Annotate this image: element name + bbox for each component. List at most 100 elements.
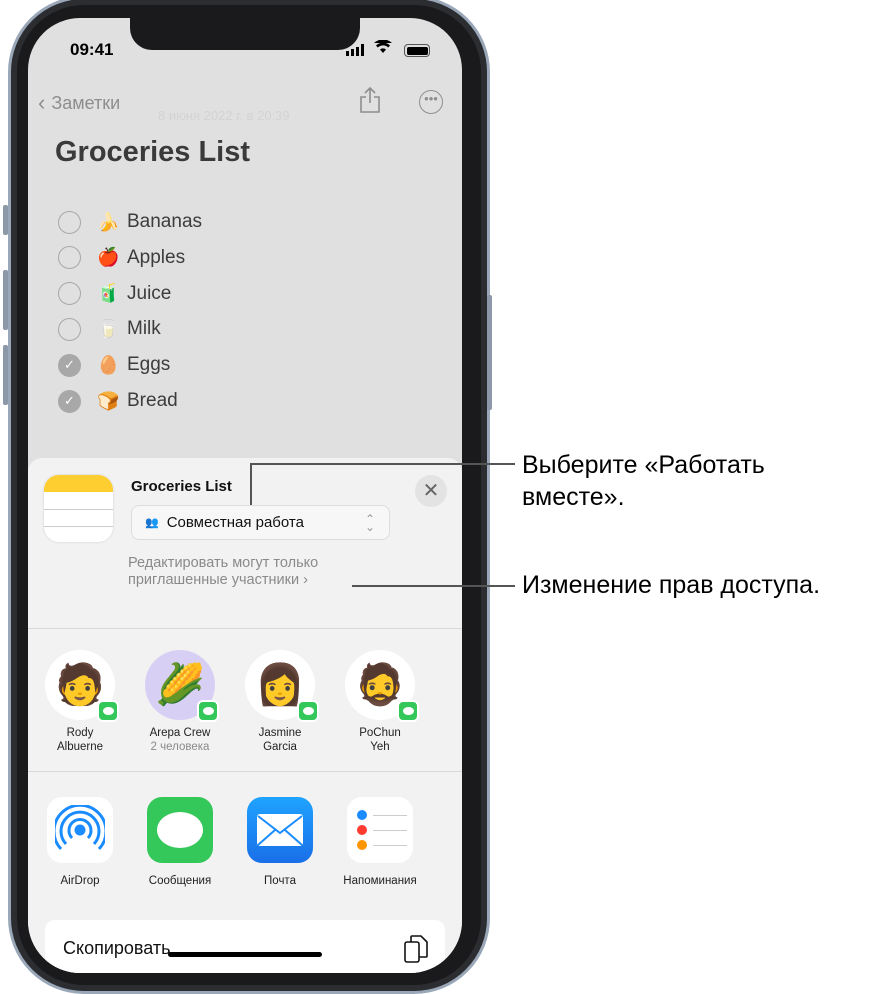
copy-button[interactable]: Скопировать xyxy=(45,920,445,973)
chevron-right-icon: › xyxy=(303,572,308,588)
copy-icon xyxy=(403,934,429,969)
chevron-left-icon: ‹ xyxy=(38,90,46,115)
reminders-icon xyxy=(347,797,413,863)
avatar-image: 🧔 xyxy=(355,663,405,707)
collaboration-mode-select[interactable]: 👥 Совместная работа ⌃ ⌄ xyxy=(131,505,390,540)
divider xyxy=(28,771,462,772)
app-label: AirDrop xyxy=(60,875,100,887)
contact-subtitle: Garcia xyxy=(263,741,297,753)
avatar: 🧑 xyxy=(45,650,119,722)
mode-label: Совместная работа xyxy=(166,514,304,531)
apps-row: AirDrop Сообщения Почта Напоминания xyxy=(30,797,430,887)
item-label: Eggs xyxy=(127,354,171,376)
item-emoji: 🥚 xyxy=(97,354,120,375)
contact-name: Jasmine xyxy=(258,727,302,739)
people-icon: 👥 xyxy=(145,517,159,529)
avatar: 🧔 xyxy=(345,650,419,722)
divider xyxy=(28,628,462,629)
contact-name: PoChun xyxy=(359,727,401,739)
item-emoji: 🥛 xyxy=(97,318,120,339)
contact-subtitle: 2 человека xyxy=(150,741,210,753)
contact-subtitle: Yeh xyxy=(370,741,390,753)
contact-name: Arepa Crew xyxy=(149,727,211,739)
checklist-item: 🧃 Juice xyxy=(58,279,171,309)
chevron-up-down-icon: ⌃ ⌄ xyxy=(364,511,375,534)
item-label: Juice xyxy=(127,282,172,304)
permissions-line2: приглашенные участники xyxy=(128,572,300,588)
app-reminders[interactable]: Напоминания xyxy=(330,797,430,887)
volume-up-button xyxy=(3,270,8,330)
checklist-item: ✓ 🍞 Bread xyxy=(58,386,178,416)
airdrop-icon xyxy=(47,797,113,863)
app-airdrop[interactable]: AirDrop xyxy=(30,797,130,887)
callout-permissions: Изменение прав доступа. xyxy=(522,571,821,599)
contact-subtitle: Albuerne xyxy=(56,741,104,753)
checkbox[interactable] xyxy=(58,282,81,306)
messages-badge-icon xyxy=(197,700,219,722)
screen: 09:41 ‹ Заметки 8 июня 2022 г. в 20:39 •… xyxy=(28,18,462,973)
checkbox[interactable] xyxy=(58,246,81,270)
wifi-icon xyxy=(374,39,392,58)
status-time: 09:41 xyxy=(70,40,114,59)
checklist-item: 🥛 Milk xyxy=(58,314,161,344)
item-label: Bread xyxy=(127,390,178,411)
item-emoji: 🍌 xyxy=(97,211,120,232)
callout-collaborate: Выберите «Работать вместе». xyxy=(522,449,765,513)
checklist-item: 🍌 Bananas xyxy=(58,207,202,237)
app-mail[interactable]: Почта xyxy=(230,797,330,887)
side-button xyxy=(487,295,492,410)
avatar-image: 🧑 xyxy=(55,663,105,707)
checklist-item: 🍎 Apples xyxy=(58,243,185,273)
note-title: Groceries List xyxy=(55,136,251,168)
avatar: 🌽 xyxy=(145,650,219,722)
callout-line xyxy=(250,463,515,465)
battery-icon xyxy=(404,44,430,57)
checkbox[interactable] xyxy=(58,210,81,234)
callout-text: вместе». xyxy=(522,483,625,511)
item-label: Bananas xyxy=(127,211,203,232)
app-messages[interactable]: Сообщения xyxy=(130,797,230,887)
messages-badge-icon xyxy=(297,700,319,722)
avatar-image: 👩 xyxy=(255,663,305,707)
permissions-link[interactable]: Редактировать могут только приглашенные … xyxy=(128,555,318,589)
more-icon[interactable]: ••• xyxy=(419,90,443,114)
checkbox[interactable]: ✓ xyxy=(58,389,81,413)
avatar: 👩 xyxy=(245,650,319,722)
permissions-line1: Редактировать могут только xyxy=(128,555,319,571)
checkbox[interactable] xyxy=(58,317,81,341)
callout-line xyxy=(250,463,252,505)
share-contact[interactable]: 🌽 Arepa Crew 2 человека xyxy=(130,650,230,754)
checkbox[interactable]: ✓ xyxy=(58,353,81,377)
volume-down-button xyxy=(3,345,8,405)
item-label: Milk xyxy=(127,318,161,340)
copy-label: Скопировать xyxy=(63,938,171,958)
app-label: Почта xyxy=(264,875,296,887)
messages-badge-icon xyxy=(397,700,419,722)
callout-text: Выберите «Работать xyxy=(522,451,765,479)
close-button[interactable]: ✕ xyxy=(415,475,447,507)
share-icon[interactable] xyxy=(358,86,382,119)
item-emoji: 🍎 xyxy=(97,247,120,268)
callout-line xyxy=(352,585,515,587)
item-emoji: 🍞 xyxy=(97,390,120,411)
back-button[interactable]: ‹ Заметки xyxy=(38,90,120,116)
messages-badge-icon xyxy=(97,700,119,722)
notch xyxy=(130,18,360,50)
back-label: Заметки xyxy=(51,92,121,113)
signal-icon xyxy=(346,44,364,56)
share-contact[interactable]: 🧑 Rody Albuerne xyxy=(30,650,130,754)
share-contact[interactable]: 👩 Jasmine Garcia xyxy=(230,650,330,754)
item-emoji: 🧃 xyxy=(97,283,120,304)
mute-switch xyxy=(3,205,8,235)
doc-title: Groceries List xyxy=(131,478,232,495)
home-indicator[interactable] xyxy=(168,952,322,957)
mail-icon xyxy=(247,797,313,863)
share-contact[interactable]: 🧔 PoChun Yeh xyxy=(330,650,430,754)
share-sheet: Groceries List 👥 Совместная работа ⌃ ⌄ ✕ … xyxy=(28,458,462,973)
messages-icon xyxy=(147,797,213,863)
notes-app-icon xyxy=(44,475,113,542)
contact-name: Rody xyxy=(66,727,94,739)
item-label: Apples xyxy=(127,246,186,268)
app-label: Сообщения xyxy=(148,875,212,887)
app-label: Напоминания xyxy=(343,875,417,887)
